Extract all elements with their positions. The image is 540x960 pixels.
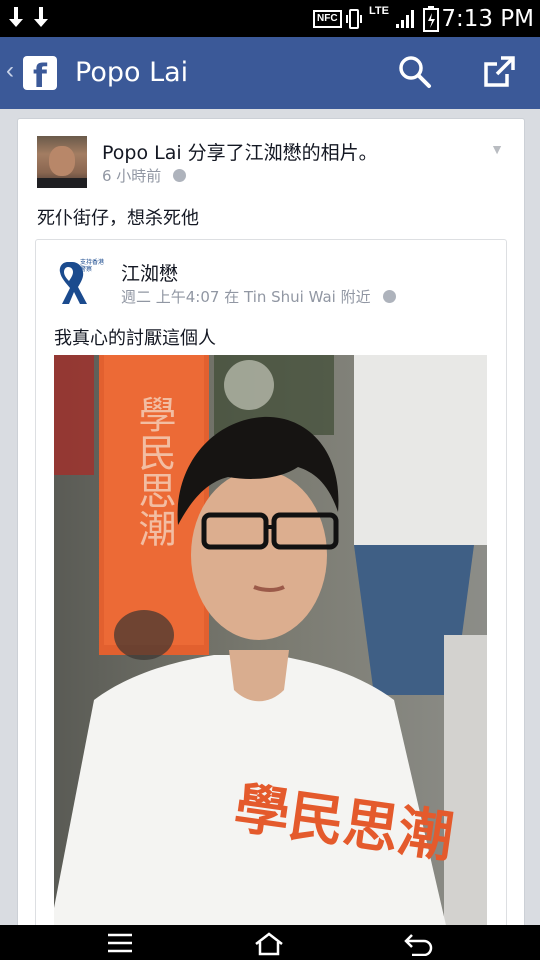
shared-post[interactable]: 支持香港警察 江洳懋 週二 上午4:07 在 Tin Shui Wai 附近 我… — [35, 239, 507, 949]
post-card: Popo Lai 分享了江洳懋的相片。 6 小時前 ▼ 死仆街仔，想杀死他 支持… — [17, 118, 525, 950]
download-icon — [34, 7, 48, 27]
globe-icon — [382, 290, 396, 303]
avatar[interactable] — [37, 136, 87, 188]
clock: 7:13 PM — [441, 6, 534, 32]
post-time[interactable]: 6 小時前 — [102, 167, 161, 185]
page-title: Popo Lai — [75, 57, 189, 88]
facebook-logo[interactable]: f — [23, 56, 57, 90]
nfc-icon: NFC — [313, 10, 342, 28]
app-bar: ‹ f Popo Lai — [0, 37, 540, 109]
post-caption: 死仆街仔，想杀死他 — [37, 208, 199, 229]
back-chevron-icon[interactable]: ‹ — [6, 57, 14, 85]
chevron-down-icon[interactable]: ▼ — [490, 141, 504, 157]
search-icon[interactable] — [398, 55, 432, 89]
shared-caption: 我真心的討厭這個人 — [54, 328, 216, 349]
page-logo-text: 支持香港警察 — [80, 260, 105, 273]
avatar-face — [49, 146, 75, 176]
battery-icon — [423, 6, 439, 32]
menu-icon[interactable] — [107, 932, 133, 954]
signal-icon — [396, 10, 414, 28]
home-icon[interactable] — [253, 932, 285, 956]
shared-meta-text[interactable]: 週二 上午4:07 在 Tin Shui Wai 附近 — [121, 288, 371, 306]
back-icon[interactable] — [404, 932, 434, 956]
shared-photo[interactable]: 學民思潮 學民思潮 — [54, 355, 487, 949]
photo-banner-text: 學民思潮 — [132, 395, 176, 547]
photo-illustration: 學民思潮 學民思潮 — [54, 355, 487, 949]
page-name[interactable]: 江洳懋 — [121, 259, 178, 286]
globe-icon — [173, 169, 187, 182]
post-author-line[interactable]: Popo Lai 分享了江洳懋的相片。 — [102, 138, 378, 165]
shared-meta: 週二 上午4:07 在 Tin Shui Wai 附近 — [121, 286, 396, 307]
share-icon[interactable] — [481, 54, 517, 90]
avatar-shirt — [37, 178, 87, 188]
navigation-bar — [0, 925, 540, 960]
lte-icon: LTE — [369, 5, 389, 17]
post-meta: 6 小時前 — [102, 165, 187, 186]
page-logo[interactable]: 支持香港警察 — [54, 258, 104, 308]
status-bar: NFC LTE 7:13 PM — [0, 0, 540, 37]
download-icon — [9, 7, 23, 27]
vibrate-icon — [346, 9, 362, 29]
